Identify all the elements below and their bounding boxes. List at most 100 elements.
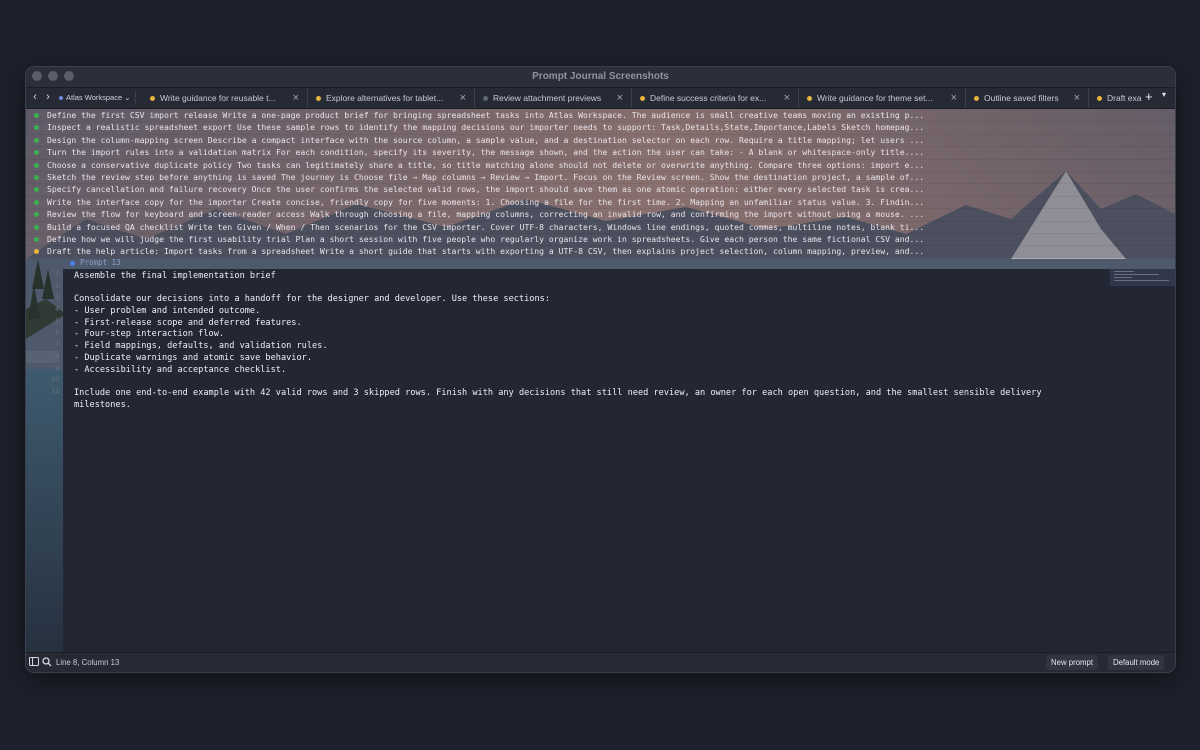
list-item[interactable]: Choose a conservative duplicate policy T… — [26, 159, 1175, 172]
sidebar-toggle-icon[interactable] — [29, 657, 39, 668]
minimap-line — [1114, 280, 1169, 281]
tab-status-dot — [807, 96, 812, 102]
minimap-line — [1114, 274, 1159, 275]
editor-text[interactable]: Assemble the final implementation brief … — [74, 271, 1042, 411]
list-item[interactable]: Sketch the review step before anything i… — [26, 171, 1175, 185]
line-number: 11 — [51, 386, 59, 395]
status-dot — [34, 125, 39, 131]
tab-item[interactable]: Review attachment previews × — [475, 88, 632, 108]
tab-label: Draft exa — [1107, 93, 1142, 103]
minimap-line — [1114, 277, 1132, 278]
tab-menu-chevron-icon[interactable]: ▾ — [1162, 90, 1166, 99]
tab-item[interactable]: Write guidance for theme set... × — [799, 88, 966, 108]
new-prompt-button[interactable]: New prompt — [1046, 655, 1099, 670]
tab-label: Review attachment previews — [493, 93, 602, 103]
list-item[interactable]: Write the interface copy for the importe… — [26, 196, 1175, 210]
minimap-line — [1114, 271, 1134, 272]
prompt-editor[interactable]: Assemble the final implementation brief … — [63, 269, 1109, 653]
tab-item[interactable]: Explore alternatives for tablet... × — [308, 88, 475, 108]
prompt-dot-icon — [70, 260, 75, 266]
content-area: Define the first CSV import release Writ… — [26, 109, 1175, 653]
editor-line: Consolidate our decisions into a handoff… — [74, 294, 550, 305]
tab-item[interactable]: Draft exa — [1089, 88, 1143, 108]
list-item-text: Draft the help article: Import tasks fro… — [47, 246, 925, 257]
status-dot — [34, 113, 39, 118]
line-number-gutter: 1 2 3 4 5 6 7 8 9 10 11 — [26, 269, 59, 398]
editor-line: - Four-step interaction flow. — [74, 329, 225, 340]
line-number: 5 — [55, 316, 59, 325]
close-tab-icon[interactable]: × — [784, 88, 790, 108]
list-item-text: Define how we will judge the first usabi… — [47, 234, 925, 244]
app-window: Prompt Journal Screenshots ‹ › Atlas Wor… — [25, 66, 1176, 673]
back-arrow-icon[interactable]: ‹ — [29, 91, 41, 105]
list-item-text: Define the first CSV import release Writ… — [47, 110, 925, 120]
prompt-list: Define the first CSV import release Writ… — [26, 109, 1175, 259]
list-item[interactable]: Build a focused QA checklist Write ten G… — [26, 221, 1175, 234]
list-item[interactable]: Draft the help article: Import tasks fro… — [26, 245, 1175, 259]
prompt-label-text: Prompt 13 — [80, 258, 121, 267]
editor-line: Include one end-to-end example with 42 v… — [74, 387, 1042, 398]
editor-line: - Duplicate warnings and atomic save beh… — [74, 352, 312, 363]
line-number: 3 — [55, 293, 59, 302]
list-item-text: Review the flow for keyboard and screen-… — [47, 209, 925, 220]
status-dot — [34, 224, 39, 230]
list-item[interactable]: Turn the import rules into a validation … — [26, 146, 1175, 160]
tab-label: Write guidance for reusable t... — [160, 93, 276, 103]
list-item-text: Write the interface copy for the importe… — [47, 196, 925, 207]
list-item-text: Sketch the review step before anything i… — [47, 172, 925, 182]
editor-line: - Accessibility and acceptance checklist… — [74, 364, 287, 375]
list-item[interactable]: Specify cancellation and failure recover… — [26, 183, 1175, 197]
list-item[interactable]: Inspect a realistic spreadsheet export U… — [26, 121, 1175, 135]
status-dot — [34, 212, 39, 218]
add-tab-icon[interactable]: + — [1145, 89, 1153, 104]
current-prompt-label: Prompt 13 — [70, 258, 121, 268]
close-tab-icon[interactable]: × — [1074, 88, 1080, 108]
editor-line: - First-release scope and deferred featu… — [74, 317, 302, 328]
status-dot — [34, 175, 39, 180]
line-number: 9 — [55, 363, 59, 372]
project-name: Atlas Workspace — [66, 93, 123, 102]
status-dot — [34, 199, 39, 205]
minimap-viewport[interactable] — [1110, 269, 1175, 286]
status-dot — [34, 162, 39, 168]
tab-status-dot — [483, 96, 488, 102]
status-dot — [34, 249, 39, 255]
minimap[interactable] — [1109, 269, 1175, 653]
close-tab-icon[interactable]: × — [293, 88, 299, 108]
cursor-position: Line 8, Column 13 — [56, 658, 120, 667]
tab-item[interactable]: Write guidance for reusable t... × — [142, 88, 308, 108]
close-tab-icon[interactable]: × — [460, 88, 466, 108]
mode-button[interactable]: Default mode — [1108, 655, 1165, 670]
line-number: 2 — [55, 281, 59, 290]
title-bar: Prompt Journal Screenshots — [26, 67, 1175, 88]
tab-label: Define success criteria for ex... — [650, 93, 767, 103]
list-item[interactable]: Define how we will judge the first usabi… — [26, 233, 1175, 247]
list-item-text: Build a focused QA checklist Write ten G… — [47, 221, 925, 232]
editor-line: Assemble the final implementation brief — [74, 271, 276, 281]
project-selector[interactable]: Atlas Workspace ⌄ — [59, 91, 136, 105]
tab-item[interactable]: Define success criteria for ex... × — [632, 88, 799, 108]
editor-line: - User problem and intended outcome. — [74, 306, 261, 317]
tab-bar: ‹ › Atlas Workspace ⌄ Write guidance for… — [26, 88, 1175, 109]
tab-status-dot — [1097, 96, 1102, 102]
chevron-down-icon: ⌄ — [124, 93, 131, 102]
status-dot — [34, 150, 39, 156]
close-tab-icon[interactable]: × — [617, 88, 623, 108]
line-number: 6 — [55, 328, 59, 337]
tab-label: Outline saved filters — [984, 93, 1059, 103]
status-dot — [34, 137, 39, 143]
editor-line: - Field mappings, defaults, and validati… — [74, 341, 328, 352]
list-item[interactable]: Design the column-mapping screen Describ… — [26, 134, 1175, 148]
close-tab-icon[interactable]: × — [951, 88, 957, 108]
tab-item[interactable]: Outline saved filters × — [966, 88, 1089, 108]
line-number: 4 — [55, 305, 59, 314]
status-dot — [34, 187, 39, 193]
list-item[interactable]: Review the flow for keyboard and screen-… — [26, 208, 1175, 222]
project-color-dot — [59, 96, 63, 101]
forward-arrow-icon[interactable]: › — [42, 91, 54, 105]
list-item[interactable]: Define the first CSV import release Writ… — [26, 109, 1175, 123]
line-number: 10 — [51, 375, 59, 384]
search-icon[interactable] — [42, 657, 52, 669]
